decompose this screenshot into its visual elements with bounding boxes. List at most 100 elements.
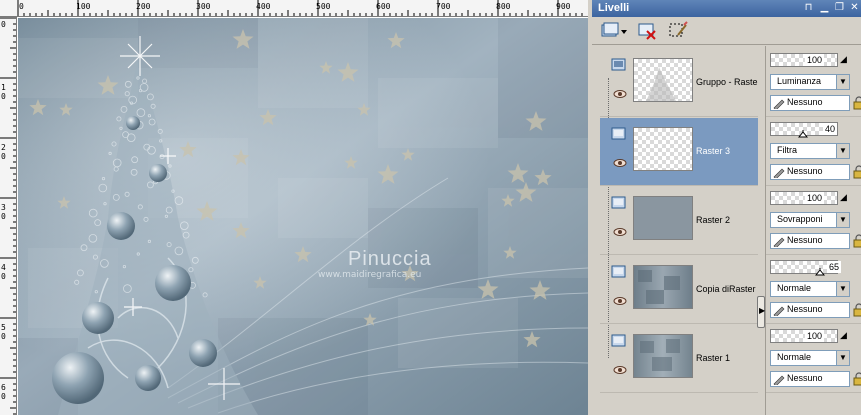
layer-thumbnail-art xyxy=(640,339,680,371)
panel-splitter[interactable]: ▶ xyxy=(757,296,765,328)
lock-icon[interactable] xyxy=(852,165,861,179)
ruler-label: 3 0 xyxy=(1,203,6,221)
layer-thumbnail xyxy=(633,334,693,378)
blend-mode-select[interactable]: Filtra ▼ xyxy=(770,143,850,159)
ruler-label: 700 xyxy=(436,2,451,11)
raster-layer-icon xyxy=(611,265,626,278)
minimize-icon[interactable]: ▁ xyxy=(818,2,831,14)
layer-thumbnail xyxy=(633,196,693,240)
brush-icon xyxy=(773,375,785,385)
raster-layer-icon xyxy=(611,127,626,140)
new-layer-button[interactable] xyxy=(600,21,628,41)
mask-select[interactable]: Nessuno xyxy=(770,233,850,249)
app-window: 0 100 200 300 400 500 600 700 800 900 0 … xyxy=(0,0,861,415)
opacity-slider[interactable]: 100 xyxy=(770,191,838,205)
dropdown-arrow-icon: ▼ xyxy=(836,351,849,365)
close-icon[interactable]: ✕ xyxy=(848,2,861,14)
blend-mode-select[interactable]: Normale ▼ xyxy=(770,281,850,297)
lock-icon[interactable] xyxy=(852,372,861,386)
opacity-value: 100 xyxy=(805,54,825,66)
delete-layer-icon xyxy=(638,23,656,40)
palette-titlebar[interactable]: Livelli ⊓ ▁ ❐ ✕ xyxy=(592,0,861,17)
new-layer-icon xyxy=(601,22,627,37)
layer-thumbnail-art xyxy=(638,270,680,304)
opacity-slider[interactable]: 65 xyxy=(770,260,842,276)
opacity-value: 40 xyxy=(823,123,838,135)
mask-select[interactable]: Nessuno xyxy=(770,95,850,111)
blend-mode-select[interactable]: Luminanza ▼ xyxy=(770,74,850,90)
visibility-eye-icon[interactable] xyxy=(613,159,627,167)
lock-icon[interactable] xyxy=(852,96,861,110)
mask-value: Nessuno xyxy=(787,235,823,245)
mask-value: Nessuno xyxy=(787,97,823,107)
mask-value: Nessuno xyxy=(787,304,823,314)
artwork-graphic xyxy=(18,18,588,415)
vertical-ruler[interactable]: 0 1 0 2 0 3 0 4 0 5 0 6 0 xyxy=(0,17,17,415)
image-canvas[interactable]: Pinuccia www.maidiregrafica.eu xyxy=(18,18,588,415)
layer-group-icon xyxy=(611,58,626,71)
blend-mode-value: Normale xyxy=(777,283,812,293)
edit-selection-icon xyxy=(669,21,688,37)
edit-selection-button[interactable] xyxy=(668,21,688,41)
layer-row-raster-3[interactable]: Raster 3 xyxy=(600,118,758,186)
ruler-label: 5 0 xyxy=(1,323,6,341)
blend-mode-select[interactable]: Normale ▼ xyxy=(770,350,850,366)
layer-thumbnail xyxy=(633,58,693,102)
visibility-eye-icon[interactable] xyxy=(613,297,627,305)
blend-mode-value: Sovrapponi xyxy=(777,214,823,224)
layer-thumbnail xyxy=(633,265,693,309)
ruler-label: 500 xyxy=(316,2,331,11)
slider-thumb-icon xyxy=(815,268,825,276)
ruler-label: 4 0 xyxy=(1,263,6,281)
layer-thumbnail-art xyxy=(646,67,676,101)
layer-row-raster-1[interactable]: Raster 1 xyxy=(600,325,758,393)
layer-props-row: 100 ◢ Sovrapponi ▼ Nessuno xyxy=(766,187,861,255)
mask-select[interactable]: Nessuno xyxy=(770,371,850,387)
dropdown-arrow-icon: ▼ xyxy=(836,75,849,89)
ruler-label: 200 xyxy=(136,2,151,11)
raster-layer-icon xyxy=(611,334,626,347)
blend-mode-value: Filtra xyxy=(777,145,797,155)
layer-name: Copia diRaster xyxy=(696,284,756,294)
layer-properties: 100 ◢ Luminanza ▼ Nessuno 40 Filtra ▼ Ne… xyxy=(765,46,861,415)
opacity-edit-icon[interactable]: ◢ xyxy=(840,330,850,341)
opacity-edit-icon[interactable]: ◢ xyxy=(840,192,850,203)
opacity-edit-icon[interactable]: ◢ xyxy=(840,54,850,65)
layer-row-copia-di-raster[interactable]: Copia diRaster xyxy=(600,256,758,324)
layer-name: Raster 1 xyxy=(696,353,731,363)
pin-icon[interactable]: ⊓ xyxy=(802,2,815,14)
opacity-slider[interactable]: 100 xyxy=(770,329,838,343)
lock-icon[interactable] xyxy=(852,234,861,248)
horizontal-ruler[interactable]: 0 100 200 300 400 500 600 700 800 900 xyxy=(0,0,588,17)
layers-list: Gruppo - Raster Raster 3 Raster 2 Copia … xyxy=(600,46,760,415)
mask-select[interactable]: Nessuno xyxy=(770,164,850,180)
layer-thumbnail xyxy=(633,127,693,171)
layer-name: Raster 2 xyxy=(696,215,731,225)
layer-row-gruppo-raster[interactable]: Gruppo - Raster xyxy=(600,49,758,117)
mask-select[interactable]: Nessuno xyxy=(770,302,850,318)
visibility-eye-icon[interactable] xyxy=(613,366,627,374)
ruler-label: 400 xyxy=(256,2,271,11)
opacity-slider[interactable]: 100 xyxy=(770,53,838,67)
opacity-value: 100 xyxy=(805,330,825,342)
dropdown-arrow-icon: ▼ xyxy=(836,282,849,296)
ruler-label: 300 xyxy=(196,2,211,11)
brush-icon xyxy=(773,168,785,178)
canvas-area: 0 100 200 300 400 500 600 700 800 900 0 … xyxy=(0,0,588,415)
ruler-label: 100 xyxy=(76,2,91,11)
blend-mode-value: Normale xyxy=(777,352,812,362)
blend-mode-select[interactable]: Sovrapponi ▼ xyxy=(770,212,850,228)
dropdown-arrow-icon: ▼ xyxy=(836,213,849,227)
ruler-label: 2 0 xyxy=(1,143,6,161)
visibility-eye-icon[interactable] xyxy=(613,90,627,98)
lock-icon[interactable] xyxy=(852,303,861,317)
layer-props-row: 100 ◢ Luminanza ▼ Nessuno xyxy=(766,49,861,117)
opacity-slider[interactable]: 40 xyxy=(770,122,838,138)
delete-layer-button[interactable] xyxy=(638,21,658,41)
layer-props-row: 100 ◢ Normale ▼ Nessuno xyxy=(766,325,861,393)
visibility-eye-icon[interactable] xyxy=(613,228,627,236)
palette-toolbar xyxy=(592,17,861,45)
dropdown-arrow-icon: ▼ xyxy=(836,144,849,158)
layer-row-raster-2[interactable]: Raster 2 xyxy=(600,187,758,255)
restore-icon[interactable]: ❐ xyxy=(833,2,846,14)
